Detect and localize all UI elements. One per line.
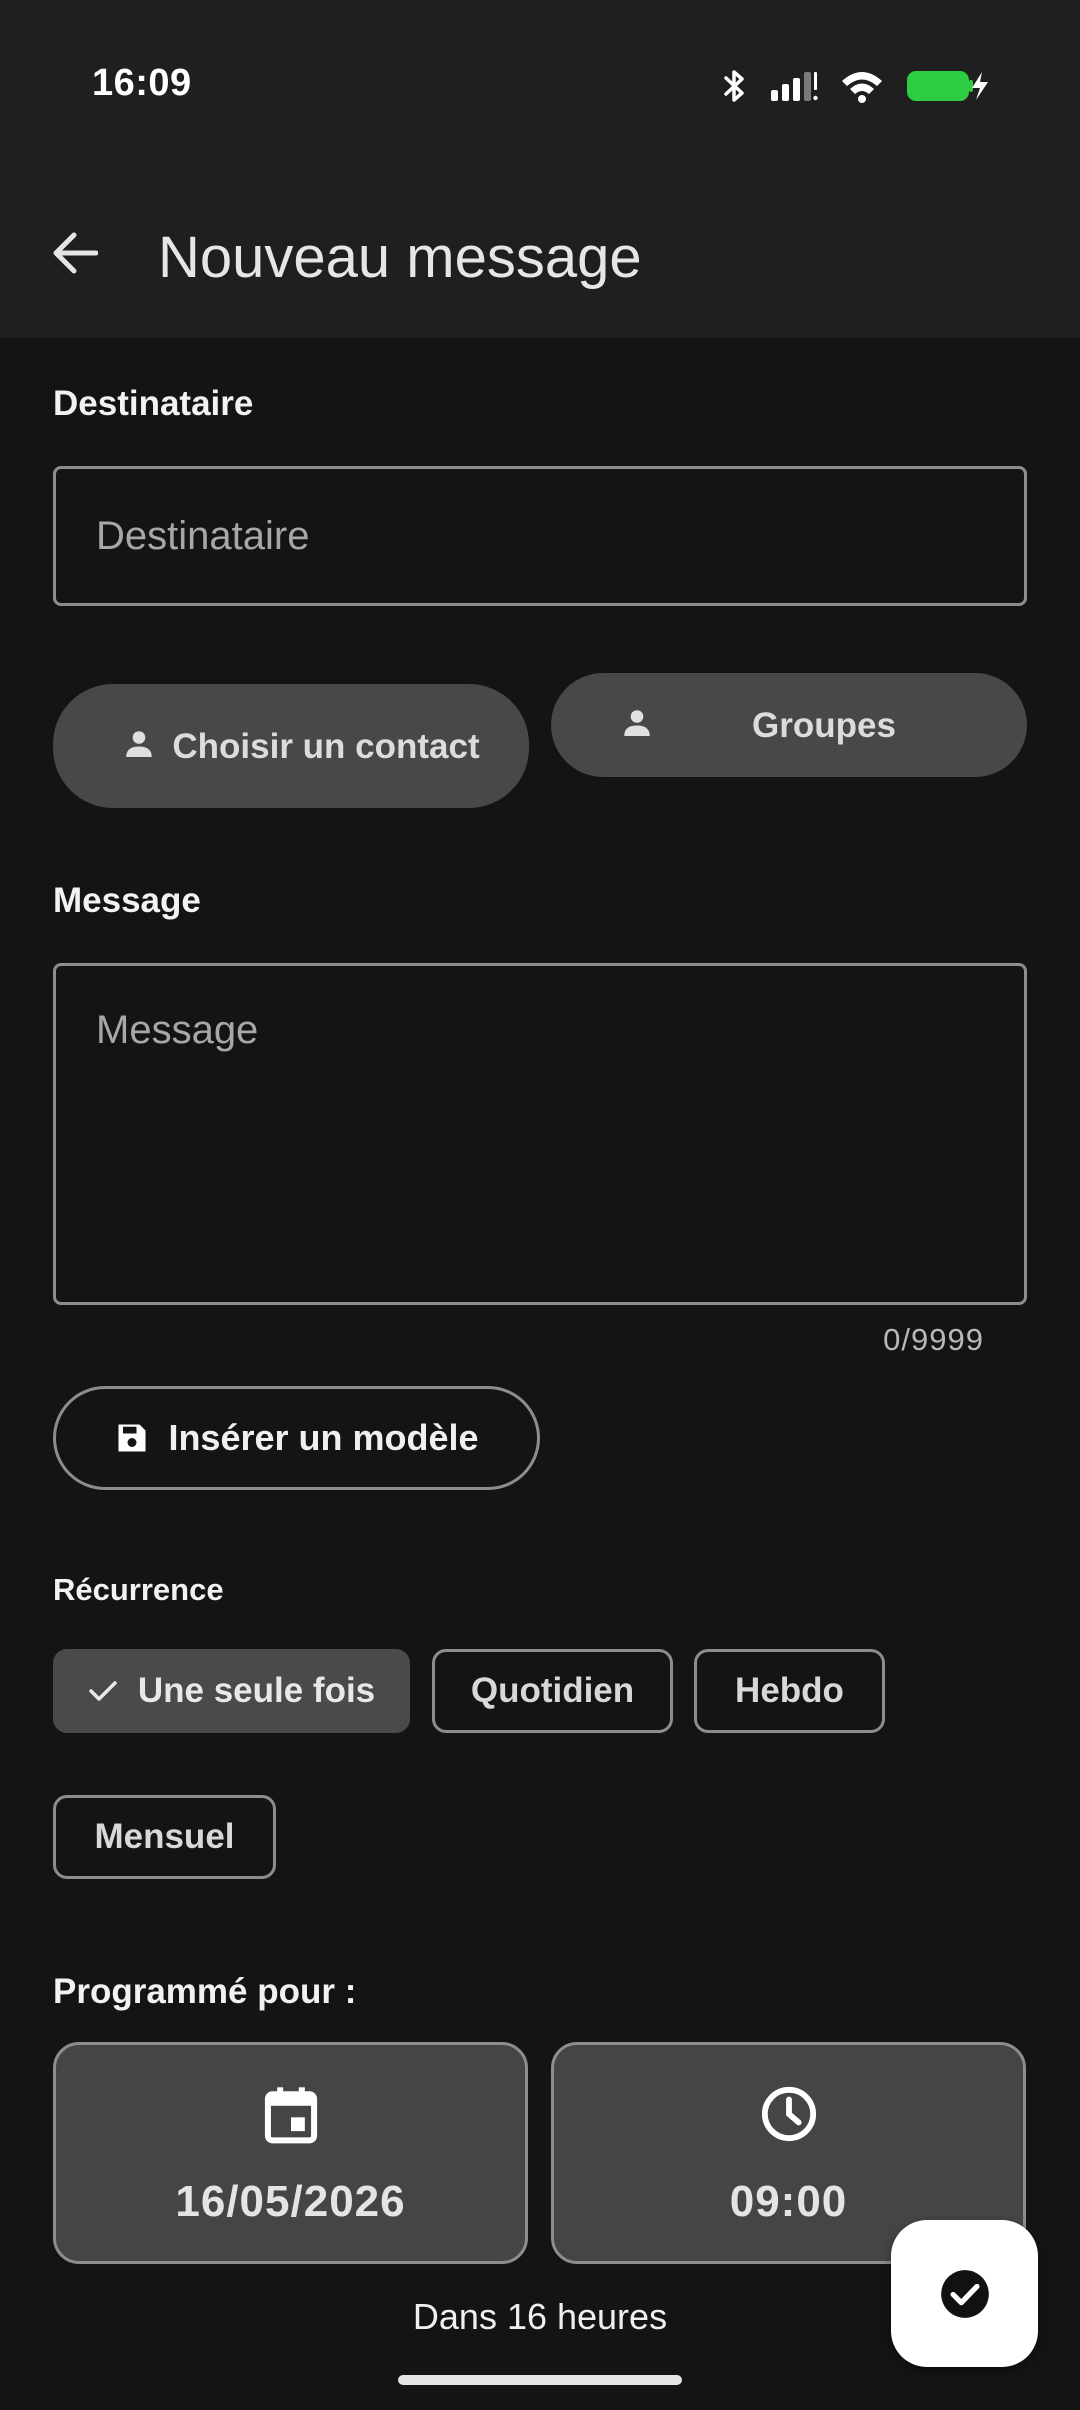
recipient-field[interactable]	[53, 466, 1027, 606]
bluetooth-icon	[724, 70, 744, 102]
person-icon	[121, 726, 157, 767]
confirm-fab[interactable]	[891, 2220, 1038, 2367]
insert-template-label: Insérer un modèle	[168, 1417, 479, 1458]
recipient-input[interactable]	[56, 469, 1024, 603]
check-circle-icon	[940, 2269, 989, 2318]
chip-weekly-label: Hebdo	[735, 1671, 844, 1710]
choose-contact-button[interactable]: Choisir un contact	[53, 684, 529, 808]
screen: 16:09 Nouveau message Destinataire Desti…	[0, 0, 1080, 2410]
message-label: Message	[53, 881, 201, 920]
date-value: 16/05/2026	[175, 2177, 406, 2226]
date-picker-card[interactable]: 16/05/2026	[53, 2042, 528, 2264]
check-icon	[89, 1681, 117, 1701]
insert-template-button[interactable]: Insérer un modèle	[53, 1386, 540, 1490]
person-icon	[619, 705, 655, 746]
chip-daily-label: Quotidien	[470, 1671, 635, 1710]
groups-button[interactable]: Groupes	[551, 673, 1027, 777]
clock-icon	[760, 2085, 818, 2148]
chip-monthly[interactable]: Mensuel	[53, 1795, 276, 1879]
char-counter: 0/9999	[883, 1322, 984, 1357]
status-time: 16:09	[92, 62, 192, 104]
chip-weekly[interactable]: Hebdo	[694, 1649, 885, 1733]
status-icons	[722, 64, 990, 108]
chip-once[interactable]: Une seule fois	[53, 1649, 410, 1733]
recurrence-label: Récurrence	[53, 1572, 224, 1607]
calendar-icon	[263, 2085, 319, 2150]
message-field[interactable]	[53, 963, 1027, 1305]
chip-once-label: Une seule fois	[137, 1671, 376, 1710]
wifi-icon	[842, 72, 882, 103]
app-bar: 16:09 Nouveau message	[0, 0, 1080, 338]
battery-icon	[907, 71, 988, 101]
chip-monthly-label: Mensuel	[94, 1817, 235, 1856]
chip-daily[interactable]: Quotidien	[432, 1649, 673, 1733]
home-indicator	[398, 2375, 682, 2385]
arrow-left-icon	[53, 232, 98, 274]
save-icon	[118, 1424, 146, 1452]
back-button[interactable]	[40, 218, 110, 288]
recipient-label: Destinataire	[53, 384, 254, 423]
schedule-label: Programmé pour :	[53, 1972, 357, 2011]
message-input[interactable]	[56, 966, 1024, 1302]
page-title: Nouveau message	[158, 225, 642, 290]
signal-icon	[771, 72, 818, 101]
